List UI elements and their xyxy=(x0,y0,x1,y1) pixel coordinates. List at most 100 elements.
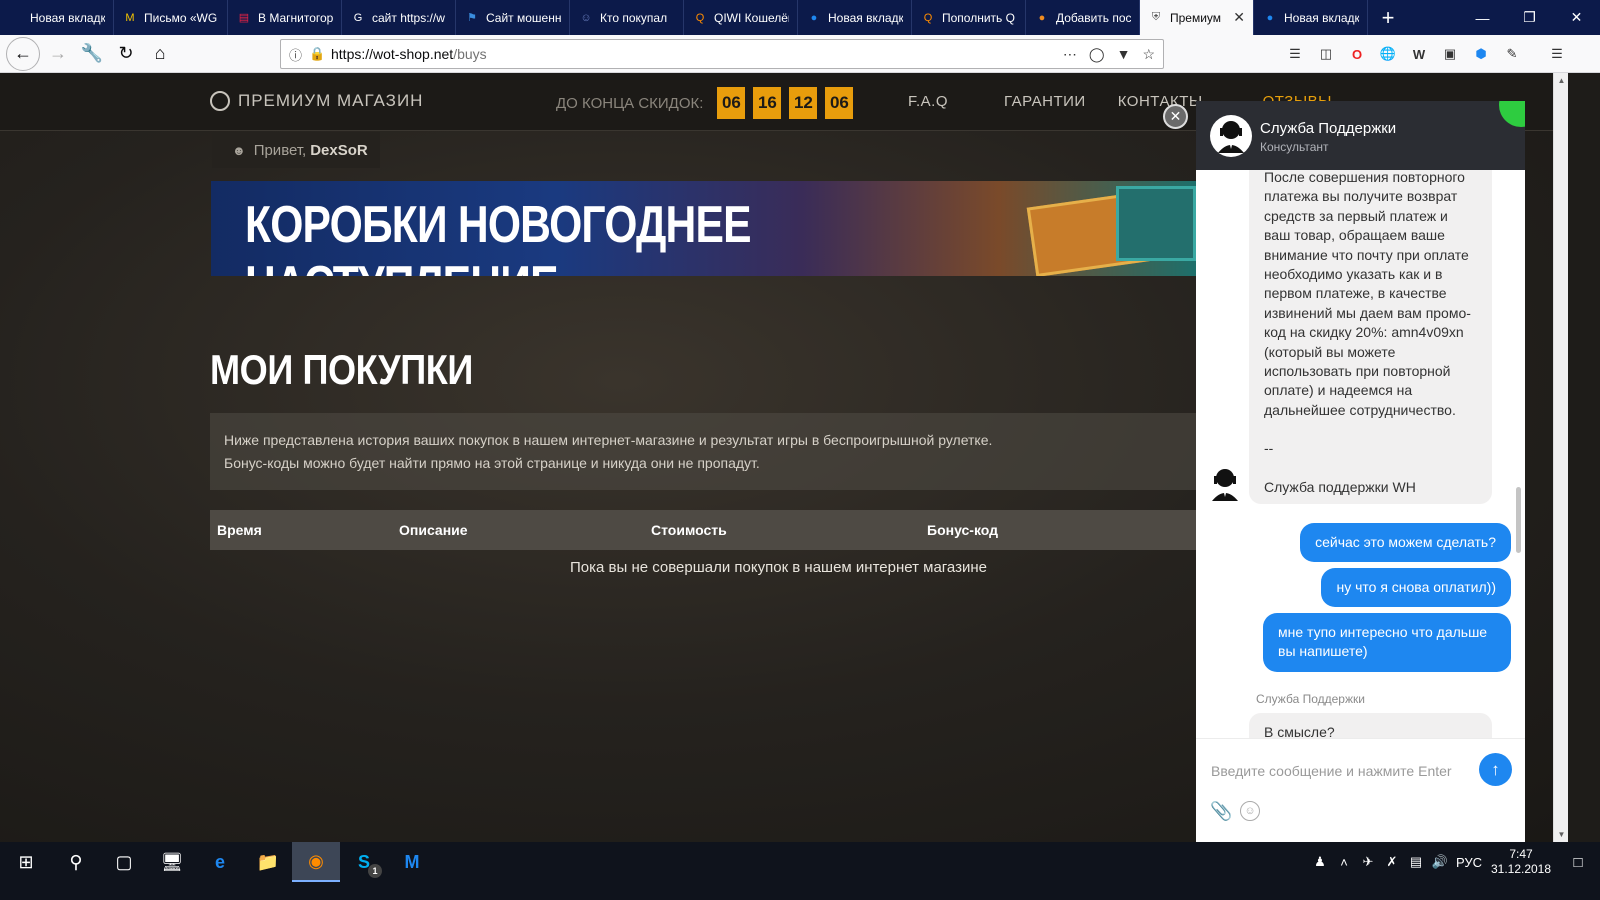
qiwi-icon: Q xyxy=(923,11,933,24)
browser-tab[interactable]: ● Добавить пос xyxy=(1026,0,1140,35)
volume-icon[interactable]: 🔊 xyxy=(1428,854,1452,870)
clock-date: 31.12.2018 xyxy=(1490,862,1552,876)
sidebar-icon[interactable]: ◫ xyxy=(1317,45,1335,63)
countdown-hours: 16 xyxy=(753,87,782,119)
emoji-icon[interactable]: ☺ xyxy=(1240,801,1260,821)
opera-extension-icon[interactable]: O xyxy=(1348,45,1366,63)
page-scrollbar[interactable]: ▲ ▼ xyxy=(1553,73,1568,842)
site-logo[interactable]: ПРЕМИУМ МАГАЗИН xyxy=(210,91,423,111)
chat-scrollbar[interactable] xyxy=(1516,487,1521,553)
purchases-table-header: Время Описание Стоимость Бонус-код xyxy=(210,510,1196,550)
browser-tab[interactable]: Gсайт https://w xyxy=(342,0,456,35)
image-extension-icon[interactable]: ▣ xyxy=(1441,45,1459,63)
flag-icon: ⚑ xyxy=(467,12,477,24)
browser-tab[interactable]: ● Новая вкладк xyxy=(1254,0,1368,35)
nav-guarantees[interactable]: ГАРАНТИИ xyxy=(1004,93,1086,110)
google-icon: G xyxy=(353,11,363,24)
browser-tab[interactable]: ⛨ Премиум ✕ xyxy=(1140,0,1254,35)
browser-tab[interactable]: ▤ В Магнитогор xyxy=(228,0,342,35)
airplane-icon[interactable]: ✈ xyxy=(1356,854,1380,870)
incoming-message: В смысле? xyxy=(1249,713,1492,738)
scroll-up-arrow-icon[interactable]: ▲ xyxy=(1554,73,1569,88)
chat-messages[interactable]: После совершения повторного платежа вы п… xyxy=(1196,170,1525,738)
user-greeting[interactable]: ☻ Привет, DexSoR xyxy=(212,132,380,168)
logo-text: ПРЕМИУМ МАГАЗИН xyxy=(238,91,424,110)
reload-button[interactable]: ↻ xyxy=(110,38,142,70)
tab-strip: Новая вкладка M Письмо «WG ▤ В Магнитогор Gса… xyxy=(0,0,1600,35)
browser-tab[interactable]: ⚑ Сайт мошенн xyxy=(456,0,570,35)
agent-name: Служба Поддержки xyxy=(1260,120,1397,137)
lightbulb-icon[interactable]: ◯ xyxy=(1089,46,1105,63)
show-hidden-icons[interactable]: ˄ xyxy=(1332,855,1356,870)
taskbar-edge xyxy=(0,882,1600,900)
input-language[interactable]: РУС xyxy=(1452,855,1486,870)
column-header-price: Стоимость xyxy=(651,522,727,538)
browser-tab[interactable]: Q Пополнить Q xyxy=(912,0,1026,35)
skype-badge: 1 xyxy=(368,864,382,878)
people-icon[interactable]: ♟ xyxy=(1308,854,1332,870)
edit-extension-icon[interactable]: ✎ xyxy=(1503,45,1521,63)
browser-tab[interactable]: Новая вкладка xyxy=(0,0,114,35)
edge-icon[interactable]: e xyxy=(196,842,244,882)
windows-taskbar: ⊞ ⚲ ▢ 🖥 e 📁 ◉ S1 M ♟ ˄ ✈ ✗ ▤ 🔊 РУС 7:47 … xyxy=(0,842,1600,882)
minimize-button[interactable]: — xyxy=(1459,0,1506,35)
skype-icon[interactable]: S1 xyxy=(340,842,388,882)
nav-faq[interactable]: F.A.Q xyxy=(908,93,948,110)
message-input[interactable]: Введите сообщение и нажмите Enter xyxy=(1211,763,1452,779)
lock-icon[interactable]: 🔒 xyxy=(309,46,331,62)
malwarebytes-icon[interactable]: M xyxy=(388,842,436,882)
monitor-icon[interactable]: ▤ xyxy=(1404,854,1428,870)
browser-tab[interactable]: ● Новая вкладк xyxy=(798,0,912,35)
menu-icon[interactable]: ☰ xyxy=(1548,45,1566,63)
nav-contacts[interactable]: КОНТАКТЫ xyxy=(1118,93,1203,110)
task-view-icon[interactable]: ▢ xyxy=(100,842,148,882)
url-bar[interactable]: ⓘ 🔒 https://wot-shop.net/buys ⋯ ◯ ▼ ☆ xyxy=(280,39,1164,69)
tab-label: Премиум xyxy=(1170,10,1222,25)
close-window-button[interactable]: ✕ xyxy=(1553,0,1600,35)
globe-extension-icon[interactable]: 🌐 xyxy=(1379,45,1397,63)
restore-button[interactable]: ❐ xyxy=(1506,0,1553,35)
action-center-icon[interactable]: □ xyxy=(1556,854,1600,871)
tools-icon[interactable]: 🔧 xyxy=(76,38,108,70)
system-clock[interactable]: 7:47 31.12.2018 xyxy=(1486,847,1556,877)
info-line: Ниже представлена история ваших покупок … xyxy=(224,432,993,448)
orange-icon: ● xyxy=(1038,11,1046,24)
outgoing-message: мне тупо интересно что дальше вы напишет… xyxy=(1263,613,1511,672)
browser-tab[interactable]: M Письмо «WG xyxy=(114,0,228,35)
countdown-label: ДО КОНЦА СКИДОК: xyxy=(556,94,704,112)
tab-label: Добавить пос xyxy=(1056,10,1131,25)
library-icon[interactable]: ☰ xyxy=(1286,45,1304,63)
browser-tab[interactable]: ☺ Кто покупал xyxy=(570,0,684,35)
info-icon[interactable]: ⓘ xyxy=(289,45,309,64)
browser-tab[interactable]: Q QIWI Кошелёк xyxy=(684,0,798,35)
cube-extension-icon[interactable]: ⬢ xyxy=(1472,45,1490,63)
close-tab-icon[interactable]: ✕ xyxy=(1233,9,1245,26)
tab-label: Письмо «WG xyxy=(144,10,218,25)
chat-close-button[interactable]: ✕ xyxy=(1163,104,1188,129)
w-extension-icon[interactable]: W xyxy=(1410,45,1428,63)
network-off-icon[interactable]: ✗ xyxy=(1380,854,1404,870)
incoming-message: После совершения повторного платежа вы п… xyxy=(1249,170,1492,504)
firefox-icon[interactable]: ◉ xyxy=(292,842,340,882)
home-button[interactable]: ⌂ xyxy=(144,38,176,70)
pocket-icon[interactable]: ▼ xyxy=(1117,46,1131,63)
new-tab-button[interactable]: + xyxy=(1368,0,1408,35)
network-app-icon[interactable]: 🖥 xyxy=(148,842,196,882)
attach-icon[interactable]: 📎 xyxy=(1210,801,1232,822)
empty-purchases-message: Пока вы не совершали покупок в нашем инт… xyxy=(570,559,987,576)
send-button[interactable]: ↑ xyxy=(1479,753,1512,786)
promo-banner[interactable]: КОРОБКИ НОВОГОДНЕЕ НАСТУПЛЕНИЕ xyxy=(211,181,1196,276)
scroll-down-arrow-icon[interactable]: ▼ xyxy=(1554,827,1569,842)
bookmark-star-icon[interactable]: ☆ xyxy=(1142,46,1155,63)
clock-time: 7:47 xyxy=(1509,847,1533,861)
message-sender-name: Служба Поддержки xyxy=(1256,692,1365,706)
explorer-icon[interactable]: 📁 xyxy=(244,842,292,882)
agent-avatar xyxy=(1210,115,1252,157)
page-actions-icon[interactable]: ⋯ xyxy=(1063,46,1077,63)
qiwi-icon: Q xyxy=(695,11,705,24)
forward-button[interactable]: → xyxy=(42,38,74,70)
search-icon[interactable]: ⚲ xyxy=(52,842,100,882)
tab-label: В Магнитогор xyxy=(258,10,333,25)
back-button[interactable]: ← xyxy=(6,36,40,71)
start-icon[interactable]: ⊞ xyxy=(0,842,52,882)
